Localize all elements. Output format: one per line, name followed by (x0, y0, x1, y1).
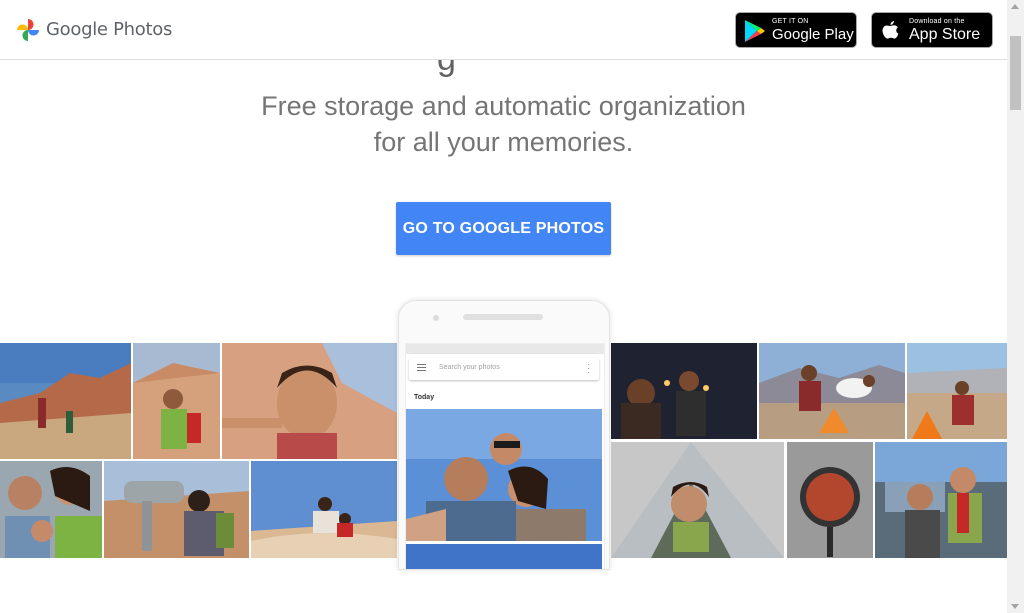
google-play-badge[interactable]: GET IT ON Google Play (735, 12, 857, 48)
phone-search-bar: Search your photos · · · (409, 358, 599, 380)
app-store-label: App Store (909, 26, 981, 43)
photo-group-camp (907, 343, 1007, 439)
brand-name[interactable]: Google Photos (46, 19, 172, 40)
apple-icon (882, 21, 899, 39)
phone-photo-next (406, 544, 602, 569)
phone-section-today: Today (414, 394, 435, 401)
photo-camp-fire-day (759, 343, 905, 439)
app-store-badge[interactable]: Download on the App Store (871, 12, 993, 48)
photo-boy-selfie (222, 343, 397, 459)
google-play-icon (745, 20, 765, 42)
go-to-google-photos-button[interactable]: GO TO GOOGLE PHOTOS (396, 202, 611, 255)
google-play-small-text: GET IT ON (772, 18, 809, 25)
site-header: Google Photos GET IT ON Google Play Down… (0, 0, 1007, 60)
photo-woman-rocks (133, 343, 220, 459)
photo-father-son-car (875, 442, 1007, 558)
photo-hike-desert (0, 343, 131, 459)
phone-status-bar (406, 344, 604, 354)
photo-binoculars (104, 461, 249, 558)
scroll-up-arrow-icon[interactable] (1011, 4, 1019, 9)
scrollbar-thumb[interactable] (1010, 36, 1021, 110)
app-store-small-text: Download on the (909, 18, 965, 25)
phone-search-placeholder: Search your photos (439, 364, 500, 371)
scroll-down-arrow-icon[interactable] (1011, 604, 1019, 609)
photo-cooking-pan (787, 442, 873, 558)
tagline-line-2: for all your memories. (373, 127, 634, 157)
tagline: Free storage and automatic organization … (0, 88, 1007, 160)
phone-photo-family (406, 409, 602, 541)
phone-screen: Search your photos · · · Today (405, 343, 605, 569)
photo-rocks-couple (251, 461, 397, 558)
photo-campfire-night (611, 343, 757, 439)
google-play-label: Google Play (772, 26, 854, 43)
phone-camera (433, 315, 439, 321)
phone-speaker (463, 314, 543, 320)
photo-tent-woman (611, 442, 784, 558)
phone-mockup: Search your photos · · · Today (398, 300, 610, 570)
hamburger-menu-icon (417, 364, 426, 373)
more-vert-icon: · · · (587, 360, 590, 377)
google-photos-logo-icon[interactable] (17, 19, 39, 41)
vertical-scrollbar[interactable] (1007, 0, 1024, 613)
tagline-line-1: Free storage and automatic organization (261, 91, 746, 121)
photo-family-selfie (0, 461, 102, 558)
